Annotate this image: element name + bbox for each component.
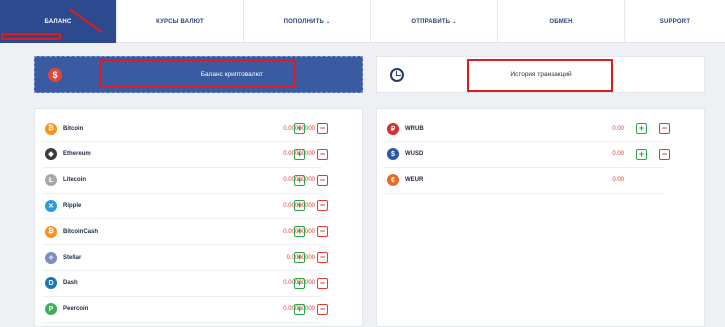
currency-name: Litecoin (63, 177, 87, 184)
top-nav: БАЛАНС КУРСЫ ВАЛЮТ ПОПОЛНИТЬ ⌄ ОТПРАВИТЬ ⌄… (0, 0, 725, 43)
currency-name: Ethereum (63, 151, 91, 158)
list-item: ✧ Stellar 0.0000000 + − (42, 245, 328, 271)
deposit-button[interactable]: + (636, 123, 647, 134)
bitcoincash-icon: ₿ (45, 225, 57, 238)
list-item: € WEUR 0.00 (384, 168, 664, 194)
litecoin-icon: Ł (45, 174, 57, 187)
annotation-box (99, 59, 295, 87)
withdraw-button[interactable]: − (659, 148, 670, 160)
bitcoin-icon: ₿ (45, 122, 57, 135)
stellar-icon: ✧ (45, 251, 57, 264)
deposit-button[interactable]: + (294, 252, 305, 263)
euro-icon: € (387, 174, 399, 187)
withdraw-button[interactable]: − (317, 123, 328, 134)
deposit-button[interactable]: + (636, 148, 647, 160)
chevron-down-icon: ⌄ (452, 18, 457, 25)
dash-icon: D (45, 277, 57, 290)
list-item: ₿ BitcoinCash 0.00000000 + − (42, 219, 328, 246)
withdraw-button[interactable]: − (317, 174, 328, 186)
deposit-button[interactable]: + (294, 226, 305, 238)
deposit-button[interactable]: + (294, 200, 305, 212)
withdraw-button[interactable]: − (317, 277, 328, 289)
peercoin-icon: P (45, 303, 57, 316)
withdraw-button[interactable]: − (659, 123, 670, 134)
list-item: P Peercoin 0.00000000 + − (42, 297, 328, 323)
list-item: ₽ WRUB 0.00 + − (384, 116, 670, 142)
ripple-icon: ✕ (45, 199, 57, 212)
currency-name: Peercoin (63, 306, 89, 313)
withdraw-button[interactable]: − (317, 200, 328, 212)
currency-name: BitcoinCash (63, 228, 99, 235)
nav-support[interactable]: SUPPORT (625, 0, 725, 43)
dollar-icon: $ (48, 67, 62, 82)
nav-deposit[interactable]: ПОПОЛНИТЬ ⌄ (244, 0, 371, 43)
currency-name: WEUR (405, 177, 424, 184)
deposit-button[interactable]: + (294, 277, 305, 289)
currency-name: Bitcoin (63, 125, 84, 132)
annotation-underline (1, 33, 61, 40)
deposit-button[interactable]: + (294, 174, 305, 186)
deposit-button[interactable]: + (294, 303, 305, 315)
currency-name: Dash (63, 280, 78, 287)
ethereum-icon: ◆ (45, 148, 57, 161)
list-item: D Dash 0.00000000 + − (42, 271, 328, 297)
withdraw-button[interactable]: − (317, 148, 328, 160)
list-item: $ WUSD 0.00 + − (384, 142, 670, 168)
dollar-icon: $ (387, 148, 399, 161)
nav-send[interactable]: ОТПРАВИТЬ ⌄ (371, 0, 498, 43)
ruble-icon: ₽ (387, 122, 399, 135)
chevron-down-icon: ⌄ (326, 18, 331, 25)
list-item: ₿ Bitcoin 0.00000000 + − (42, 116, 328, 142)
currency-name: Ripple (63, 202, 82, 209)
currency-name: WUSD (405, 151, 424, 158)
deposit-button[interactable]: + (294, 148, 305, 160)
list-item: Ł Litecoin 0.00000000 + − (42, 168, 328, 194)
currency-name: Stellar (63, 254, 82, 261)
clock-icon (390, 67, 404, 82)
balance-amount: 0.00 (612, 177, 624, 184)
nav-rates[interactable]: КУРСЫ ВАЛЮТ (117, 0, 244, 43)
list-item: ✕ Ripple 0.00000000 + − (42, 193, 328, 220)
list-item: ◆ Ethereum 0.00000000 + − (42, 142, 328, 168)
balance-amount: 0.00 (612, 151, 624, 158)
deposit-button[interactable]: + (294, 123, 305, 134)
balance-amount: 0.00 (612, 125, 624, 132)
withdraw-button[interactable]: − (317, 252, 328, 263)
currency-name: WRUB (405, 125, 424, 132)
withdraw-button[interactable]: − (317, 226, 328, 238)
annotation-box (467, 59, 613, 92)
nav-exchange[interactable]: ОБМЕН (498, 0, 625, 43)
withdraw-button[interactable]: − (317, 303, 328, 315)
